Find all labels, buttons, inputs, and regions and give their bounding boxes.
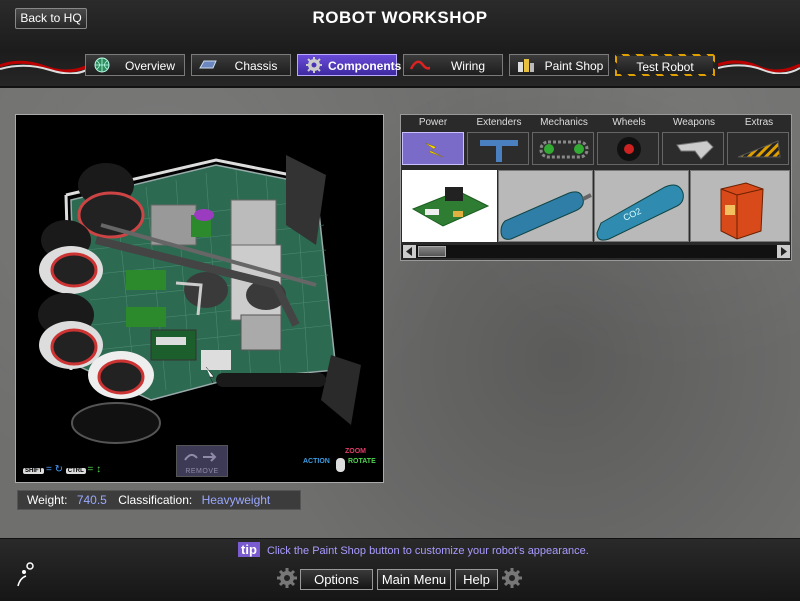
blue-tank-icon — [500, 191, 592, 240]
tab-wiring-label: Wiring — [450, 59, 485, 73]
tab-overview-label: Overview — [124, 59, 175, 73]
rotate-hint: ROTATE — [348, 458, 376, 465]
scroll-right-arrow[interactable] — [777, 245, 790, 258]
tab-components[interactable]: Components — [297, 54, 402, 76]
tab-paint-shop-label: Paint Shop — [544, 59, 604, 73]
chassis-icon — [199, 60, 217, 69]
lightning-icon — [424, 142, 444, 158]
tab-wiring[interactable]: Wiring — [403, 54, 503, 76]
control-hint-left: SHIFT = ↻ CTRL = ↕ — [23, 464, 101, 475]
category-extras-label: Extras — [744, 117, 774, 128]
wire-decoration-right — [718, 60, 800, 74]
tab-paint-shop[interactable]: Paint Shop — [509, 54, 609, 76]
back-to-hq-button[interactable]: Back to HQ — [15, 8, 87, 29]
arrow-right-icon — [781, 247, 787, 256]
wire-icon — [410, 60, 430, 70]
options-button[interactable]: Options — [300, 569, 373, 590]
main-menu-button[interactable]: Main Menu — [377, 569, 451, 590]
part-blue-tank[interactable] — [498, 170, 593, 242]
tab-overview[interactable]: Overview — [85, 54, 185, 76]
part-co2-tank[interactable]: CO2 — [594, 170, 689, 242]
robot-3d-viewport[interactable]: REMOVE SHIFT = ↻ CTRL = ↕ ZOOM ACTION RO… — [15, 114, 384, 483]
category-weapons-label: Weapons — [672, 117, 716, 128]
scrollbar-thumb[interactable] — [418, 246, 446, 257]
remove-button[interactable]: REMOVE — [176, 445, 228, 477]
wheel-icon — [617, 137, 641, 161]
arrow-left-icon — [406, 247, 412, 256]
wedge-icon — [737, 140, 781, 158]
category-wheels-label: Wheels — [612, 117, 646, 128]
mouse-icon — [336, 458, 345, 472]
tab-components-label: Components — [328, 59, 402, 73]
mouse-hint: ZOOM ACTION ROTATE — [301, 445, 381, 475]
category-extras-button[interactable] — [727, 132, 789, 165]
page-title: ROBOT WORKSHOP — [312, 8, 488, 27]
help-button[interactable]: Help — [455, 569, 498, 590]
rotate-hint-icon: = ↻ — [46, 464, 66, 475]
category-mechanics-button[interactable] — [532, 132, 594, 165]
category-power-button[interactable] — [402, 132, 464, 165]
action-hint: ACTION — [303, 458, 330, 465]
tab-test-robot-label: Test Robot — [636, 60, 694, 74]
t-connector-icon — [480, 140, 518, 162]
robot-model — [38, 155, 361, 444]
wire-decoration-left — [0, 60, 90, 74]
category-mechanics-label: Mechanics — [540, 117, 588, 128]
zoom-hint: ZOOM — [345, 448, 366, 455]
gear-icon-left — [277, 568, 297, 588]
remove-arrow-icon — [184, 452, 217, 462]
tip-text: Click the Paint Shop button to customize… — [266, 545, 589, 557]
shift-key-hint: SHIFT — [23, 468, 45, 474]
globe-icon — [94, 57, 110, 73]
gear-icon — [306, 57, 322, 73]
paint-cans-icon — [518, 59, 534, 72]
scroll-left-arrow[interactable] — [403, 245, 416, 258]
blade-icon — [676, 140, 714, 160]
weight-value: 740.5 — [76, 493, 107, 507]
remove-label: REMOVE — [185, 468, 219, 475]
robot-logo-icon — [17, 562, 34, 587]
tip-badge: tip — [238, 542, 260, 557]
orange-box-icon — [720, 182, 764, 240]
category-power-label: Power — [418, 117, 448, 128]
tab-chassis-label: Chassis — [234, 59, 278, 73]
tip-message: tip Click the Paint Shop button to custo… — [238, 542, 589, 557]
robot-info-bar: Weight: 740.5 Classification: Heavyweigh… — [17, 490, 301, 510]
gear-icon-right — [502, 568, 522, 588]
category-wheels-button[interactable] — [597, 132, 659, 165]
classification-value: Heavyweight — [201, 493, 271, 507]
category-extenders-label: Extenders — [476, 117, 522, 128]
ctrl-key-hint: CTRL — [65, 468, 86, 474]
vertical-move-hint-icon: = ↕ — [87, 464, 102, 475]
top-bar: Back to HQ ROBOT WORKSHOP Overview Chass… — [0, 0, 800, 88]
part-orange-box[interactable] — [690, 170, 790, 242]
bottom-bar: tip Click the Paint Shop button to custo… — [0, 538, 800, 601]
classification-label: Classification: — [118, 493, 193, 507]
tab-chassis[interactable]: Chassis — [191, 54, 291, 76]
weight-label: Weight: — [27, 493, 68, 507]
parts-scrollbar[interactable] — [402, 245, 790, 258]
category-extenders-button[interactable] — [467, 132, 529, 165]
chain-icon — [539, 140, 589, 159]
part-circuit-board[interactable] — [402, 170, 497, 242]
parts-panel: Power Extenders Mechanics Wheels Weapons… — [400, 114, 792, 261]
co2-tank-icon: CO2 — [596, 184, 684, 241]
category-weapons-button[interactable] — [662, 132, 724, 165]
circuit-board-icon — [411, 187, 490, 227]
tab-test-robot[interactable]: Test Robot — [615, 54, 715, 76]
